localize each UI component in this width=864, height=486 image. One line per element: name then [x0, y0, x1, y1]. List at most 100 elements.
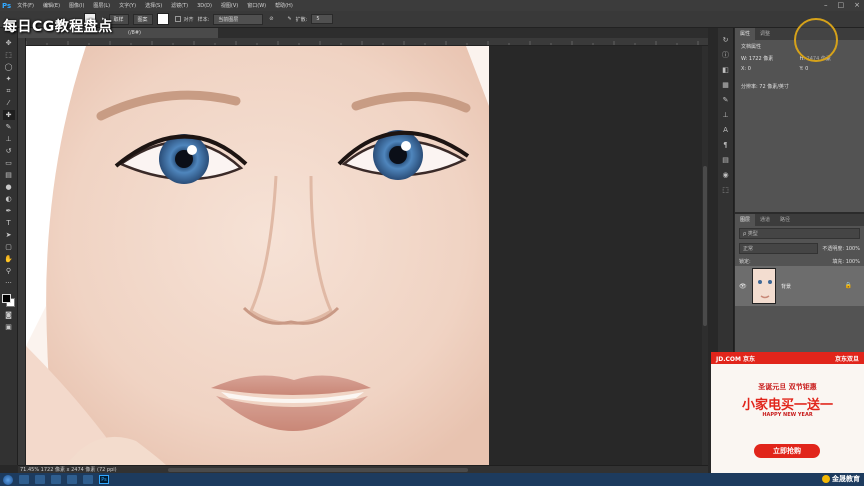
pattern-swatch[interactable]	[156, 13, 169, 25]
taskbar-app-explorer[interactable]	[19, 475, 29, 484]
eraser-icon[interactable]: ▭	[3, 158, 15, 168]
dodge-icon[interactable]: ◐	[3, 194, 15, 204]
eyedropper-icon[interactable]: ⁄	[3, 98, 15, 108]
marquee-tool-icon[interactable]: ⬚	[3, 50, 15, 60]
history-brush-icon[interactable]: ↺	[3, 146, 15, 156]
styles-icon[interactable]: ⬚	[721, 186, 731, 195]
eye-icon[interactable]: 👁	[739, 283, 747, 290]
crop-tool-icon[interactable]: ⌗	[3, 86, 15, 96]
tab-paths[interactable]: 路径	[775, 214, 795, 226]
pattern-source-button[interactable]: 图案	[132, 13, 153, 25]
magic-wand-icon[interactable]: ✦	[3, 74, 15, 84]
paragraph-icon[interactable]: ¶	[721, 141, 731, 150]
brand-logo-icon	[794, 18, 838, 62]
portrait-photo[interactable]	[26, 46, 489, 465]
diffuse-field[interactable]: 5	[311, 14, 334, 24]
width-value[interactable]: W: 1722 像素	[741, 55, 800, 62]
menu-bar: Ps 文件(F) 编辑(E) 图像(I) 图层(L) 文字(Y) 选择(S) 滤…	[0, 0, 864, 11]
tab-channels[interactable]: 通道	[755, 214, 775, 226]
maximize-icon[interactable]: □	[838, 1, 845, 9]
ignore-adjust-icon[interactable]: ⊘	[269, 16, 273, 22]
color-swatches[interactable]	[1, 294, 16, 308]
hand-tool-icon[interactable]: ✋	[3, 254, 15, 264]
taskbar-app-browser[interactable]	[35, 475, 45, 484]
taskbar-app-photoshop[interactable]: Ps	[99, 475, 109, 484]
minimize-icon[interactable]: –	[824, 1, 828, 9]
taskbar-app-settings[interactable]	[83, 475, 93, 484]
taskbar-app-media[interactable]	[67, 475, 77, 484]
layer-row-background[interactable]: 👁 背景 🔒	[735, 266, 864, 306]
layer-filter-select[interactable]: ρ 类型	[739, 228, 860, 239]
menu-select[interactable]: 选择(S)	[145, 2, 162, 9]
brand-text: 金晟教育	[832, 475, 860, 483]
menu-3d[interactable]: 3D(D)	[197, 3, 212, 9]
start-button-icon[interactable]	[3, 474, 13, 485]
menu-view[interactable]: 视图(V)	[221, 2, 238, 9]
tab-adjustments[interactable]: 调整	[755, 28, 775, 40]
lasso-tool-icon[interactable]: ◯	[3, 62, 15, 72]
canvas-area[interactable]	[26, 46, 708, 465]
pen-icon[interactable]: ✒	[3, 206, 15, 216]
sample-select[interactable]: 当前图层	[213, 13, 264, 25]
doc-dimensions: W: 1722 像素 H: 2474 像素 X: 0 Y: 0	[735, 53, 864, 74]
type-tool-icon[interactable]: T	[3, 218, 15, 228]
ad-brand-left: JD.COM 京东	[716, 355, 756, 363]
ad-buy-button[interactable]: 立即抢购	[754, 444, 820, 458]
screen-mode-icon[interactable]: ▣	[3, 322, 15, 332]
info-icon[interactable]: ⓘ	[721, 51, 731, 60]
menu-layer[interactable]: 图层(L)	[93, 2, 110, 9]
quick-mask-icon[interactable]: ◙	[3, 310, 15, 320]
close-icon[interactable]: ×	[854, 1, 860, 9]
ps-logo[interactable]: Ps	[2, 2, 11, 10]
ad-headline: 圣诞元旦 双节钜惠	[758, 383, 817, 391]
more-tools-icon[interactable]: ···	[3, 278, 15, 288]
swatches-icon[interactable]: ▦	[721, 81, 731, 90]
menu-image[interactable]: 图像(I)	[69, 2, 84, 9]
y-value[interactable]: Y: 0	[800, 66, 859, 72]
vertical-scroll-thumb[interactable]	[703, 166, 707, 326]
clone-source-icon[interactable]: ⊥	[721, 111, 731, 120]
aligned-checkbox[interactable]	[174, 16, 181, 22]
brush-tool-icon[interactable]: ✎	[3, 122, 15, 132]
blend-mode-select[interactable]: 正常	[739, 243, 819, 254]
sample-label: 样本:	[197, 16, 210, 23]
adjustments-icon[interactable]: ◉	[721, 171, 731, 180]
gradient-icon[interactable]: ▤	[3, 170, 15, 180]
aligned-label: 对齐	[183, 16, 194, 23]
horizontal-scroll-thumb[interactable]	[168, 468, 468, 472]
layer-name[interactable]: 背景	[781, 283, 791, 290]
menu-edit[interactable]: 编辑(E)	[43, 2, 60, 9]
blend-row: 正常 不透明度: 100%	[735, 241, 864, 256]
zoom-tool-icon[interactable]: ⚲	[3, 266, 15, 276]
history-icon[interactable]: ↻	[721, 36, 731, 45]
brush-preset-icon[interactable]: ✎	[721, 96, 731, 105]
jd-advertisement[interactable]: JD.COM 京东 京东双旦 圣诞元旦 双节钜惠 小家电买一送一 HAPPY N…	[711, 352, 864, 473]
opacity-field[interactable]: 不透明度: 100%	[822, 245, 860, 252]
navigator-icon[interactable]: ▤	[721, 156, 731, 165]
clone-stamp-icon[interactable]: ⊥	[3, 134, 15, 144]
taskbar-app-folder[interactable]	[51, 475, 61, 484]
brush-icon[interactable]: ✎	[287, 16, 291, 22]
color-icon[interactable]: ◧	[721, 66, 731, 75]
menu-help[interactable]: 帮助(H)	[275, 2, 293, 9]
photoshop-window: Ps 文件(F) 编辑(E) 图像(I) 图层(L) 文字(Y) 选择(S) 滤…	[0, 0, 864, 486]
fill-field[interactable]: 填充: 100%	[832, 258, 860, 265]
x-value[interactable]: X: 0	[741, 66, 800, 72]
path-select-icon[interactable]: ➤	[3, 230, 15, 240]
character-icon[interactable]: A	[721, 126, 731, 135]
menu-file[interactable]: 文件(F)	[17, 2, 34, 9]
menu-type[interactable]: 文字(Y)	[119, 2, 136, 9]
lock-icon: 🔒	[844, 282, 852, 289]
foreground-color-swatch[interactable]	[1, 294, 11, 303]
shape-tool-icon[interactable]: ▢	[3, 242, 15, 252]
menu-window[interactable]: 窗口(W)	[247, 2, 266, 9]
menu-filter[interactable]: 滤镜(T)	[171, 2, 188, 9]
tab-layers[interactable]: 图层	[735, 214, 756, 226]
healing-brush-icon[interactable]: ✚	[2, 110, 15, 120]
ad-brand-right: 京东双旦	[834, 355, 859, 363]
blur-icon[interactable]: ●	[3, 182, 15, 192]
thumbnail-face	[753, 269, 775, 303]
move-tool-icon[interactable]: ✥	[3, 38, 15, 48]
ad-tagline: HAPPY NEW YEAR	[762, 412, 813, 418]
tab-properties[interactable]: 属性	[735, 28, 756, 40]
